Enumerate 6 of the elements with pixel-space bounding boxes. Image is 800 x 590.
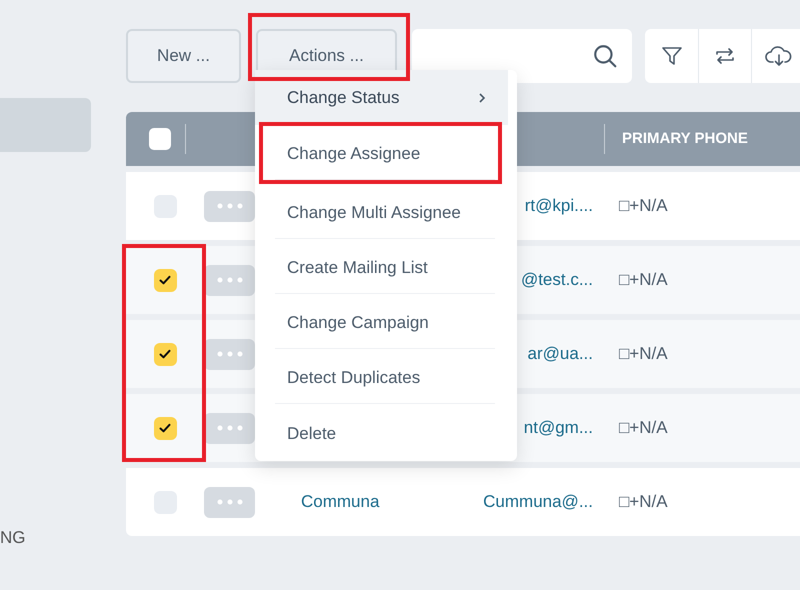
- phone-text: □+N/A: [619, 343, 668, 366]
- column-header: PRIMARY PHONE: [622, 128, 748, 149]
- phone-text: □+N/A: [619, 491, 668, 514]
- phone-text: □+N/A: [619, 417, 668, 440]
- phone-text: □+N/A: [619, 195, 668, 218]
- phone-text: □+N/A: [619, 269, 668, 292]
